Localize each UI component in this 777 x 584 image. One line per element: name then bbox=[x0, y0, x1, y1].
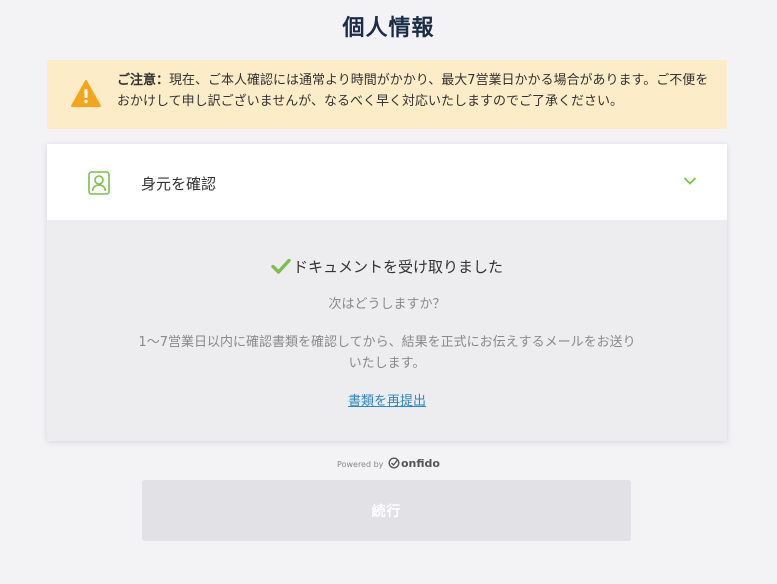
check-icon bbox=[271, 258, 291, 274]
verify-identity-header[interactable]: 身元を確認 bbox=[47, 144, 727, 220]
person-id-icon bbox=[88, 171, 110, 195]
notice-banner: ご注意：現在、ご本人確認には通常より時間がかかり、最大7営業日かかる場合がありま… bbox=[47, 60, 727, 129]
notice-body: 現在、ご本人確認には通常より時間がかかり、最大7営業日かかる場合があります。ご不… bbox=[117, 73, 709, 109]
continue-button[interactable]: 続行 bbox=[142, 480, 631, 541]
powered-by-text: Powered by bbox=[337, 460, 384, 469]
warning-icon bbox=[71, 80, 101, 107]
verify-identity-label: 身元を確認 bbox=[141, 175, 217, 193]
onfido-brand: onfido bbox=[400, 457, 440, 470]
next-step-question: 次はどうしますか？ bbox=[328, 297, 446, 312]
onfido-logo-icon bbox=[388, 457, 400, 469]
notice-label: ご注意： bbox=[117, 73, 170, 88]
notice-text: ご注意：現在、ご本人確認には通常より時間がかかり、最大7営業日かかる場合がありま… bbox=[117, 70, 717, 112]
page-title: 個人情報 bbox=[342, 16, 435, 41]
document-received-status: ドキュメントを受け取りました bbox=[47, 256, 727, 277]
chevron-down-icon[interactable] bbox=[683, 176, 697, 186]
verify-identity-card: 身元を確認 ドキュメントを受け取りました 次はどうしますか？ 1〜7営業日以内に… bbox=[47, 144, 727, 441]
powered-by-onfido: Powered by onfido bbox=[0, 457, 777, 470]
resubmit-documents-link[interactable]: 書類を再提出 bbox=[47, 390, 727, 409]
next-step-description: 1〜7営業日以内に確認書類を確認してから、結果を正式にお伝えするメールをお送りい… bbox=[138, 335, 636, 371]
document-received-text: ドキュメントを受け取りました bbox=[292, 258, 503, 276]
